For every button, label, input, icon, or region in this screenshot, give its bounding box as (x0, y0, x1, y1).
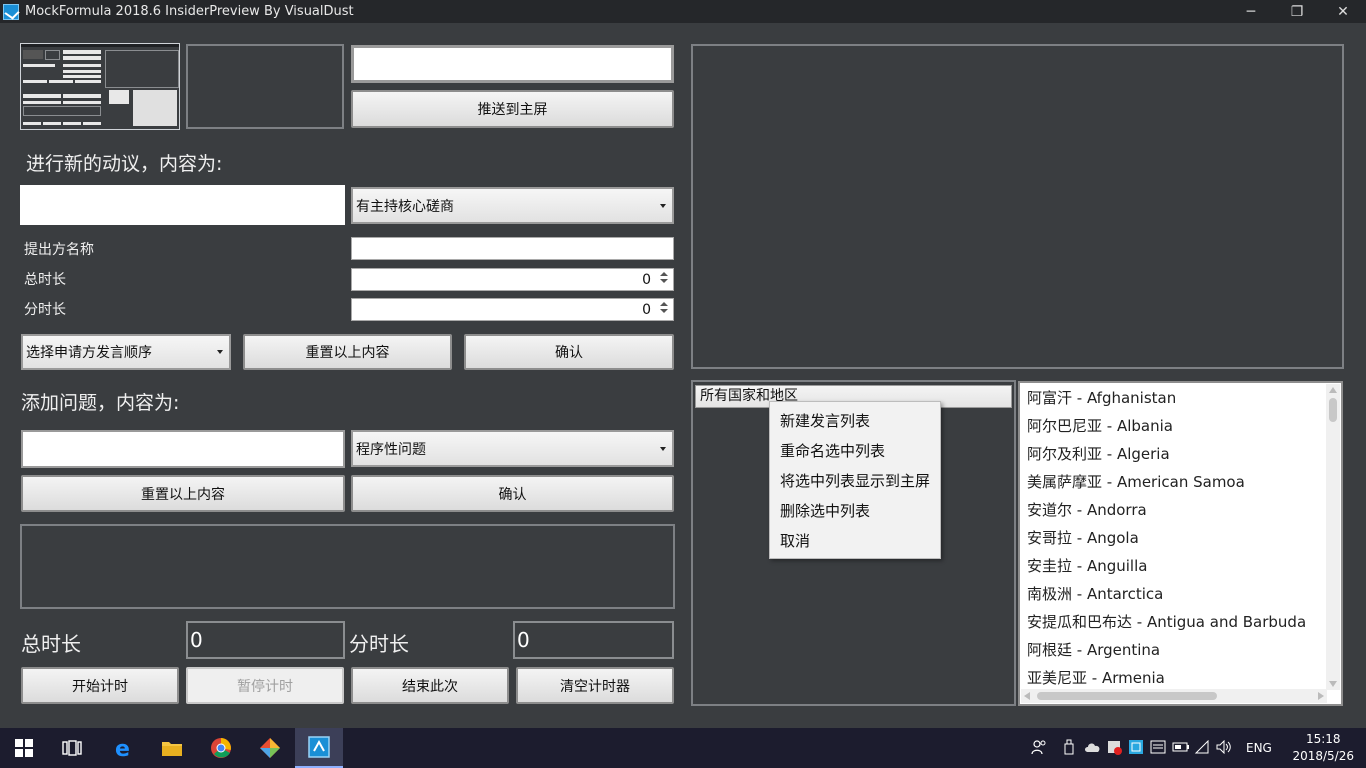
scroll-down-icon[interactable] (1329, 681, 1337, 687)
close-button[interactable]: ✕ (1320, 0, 1366, 23)
title-bar: MockFormula 2018.6 InsiderPreview By Vis… (0, 0, 1366, 23)
vertical-scrollbar[interactable] (1326, 384, 1340, 690)
input-language-indicator[interactable]: ENG (1246, 741, 1272, 755)
total-time-value: 0 (642, 271, 651, 288)
country-list-item[interactable]: 阿富汗 - Afghanistan (1020, 384, 1328, 412)
question-reset-button[interactable]: 重置以上内容 (21, 475, 345, 512)
timer-total-display: 0 (186, 621, 345, 659)
country-list[interactable]: 阿富汗 - Afghanistan 阿尔巴尼亚 - Albania 阿尔及利亚 - … (1018, 381, 1343, 706)
country-list-item[interactable]: 亚美尼亚 - Armenia (1020, 664, 1328, 692)
window-title: MockFormula 2018.6 InsiderPreview By Vis… (25, 4, 354, 19)
motion-heading: 进行新的动议，内容为: (26, 153, 223, 175)
security-shield-icon[interactable] (1106, 739, 1128, 758)
file-explorer-icon[interactable] (148, 728, 196, 768)
scroll-right-icon[interactable] (1318, 692, 1324, 700)
question-type-select[interactable]: 程序性问题 (351, 430, 674, 467)
horizontal-scrollbar[interactable] (1021, 689, 1327, 703)
country-list-item[interactable]: 安哥拉 - Angola (1020, 524, 1328, 552)
keyboard-icon[interactable] (1150, 739, 1172, 758)
pause-timer-button[interactable]: 暂停计时 (186, 667, 344, 704)
chevron-down-icon (660, 203, 666, 208)
speaking-order-select[interactable]: 选择申请方发言顺序 (21, 334, 231, 370)
each-time-label: 分时长 (24, 302, 66, 318)
spin-arrows-icon[interactable] (657, 270, 671, 286)
country-list-item[interactable]: 安道尔 - Andorra (1020, 496, 1328, 524)
speaking-order-selected: 选择申请方发言顺序 (26, 345, 152, 361)
battery-icon[interactable] (1172, 741, 1194, 756)
display-icon[interactable] (1128, 739, 1150, 758)
menu-item-rename-list[interactable]: 重命名选中列表 (770, 436, 940, 466)
people-icon[interactable] (1028, 739, 1050, 758)
motion-type-select[interactable]: 有主持核心磋商 (351, 187, 674, 224)
system-clock[interactable]: 15:18 2018/5/26 (1292, 731, 1354, 765)
start-timer-button[interactable]: 开始计时 (21, 667, 179, 704)
menu-item-delete-list[interactable]: 删除选中列表 (770, 496, 940, 526)
country-list-item[interactable]: 安提瓜和巴布达 - Antigua and Barbuda (1020, 608, 1328, 636)
motion-confirm-button[interactable]: 确认 (464, 334, 674, 370)
wifi-icon[interactable] (1194, 739, 1216, 757)
scroll-thumb[interactable] (1037, 692, 1217, 700)
question-type-selected: 程序性问题 (356, 441, 426, 458)
task-view-icon[interactable] (48, 728, 96, 768)
context-menu: 新建发言列表 重命名选中列表 将选中列表显示到主屏 删除选中列表 取消 (769, 401, 941, 559)
volume-icon[interactable] (1216, 739, 1238, 757)
svg-text:e: e (115, 737, 130, 759)
total-time-stepper[interactable]: 0 (351, 268, 674, 291)
timer-each-label: 分时长 (349, 632, 409, 656)
end-turn-button[interactable]: 结束此次 (351, 667, 509, 704)
total-time-label: 总时长 (24, 272, 66, 288)
screen-preview-thumbnail (20, 43, 180, 130)
edge-browser-icon[interactable]: e (99, 728, 147, 768)
proposer-label: 提出方名称 (24, 242, 94, 258)
spin-arrows-icon[interactable] (657, 300, 671, 316)
proposer-input[interactable] (351, 237, 674, 260)
country-list-item[interactable]: 南极洲 - Antarctica (1020, 580, 1328, 608)
country-list-item[interactable]: 安圭拉 - Anguilla (1020, 552, 1328, 580)
system-tray: ENG (1028, 728, 1272, 768)
motion-reset-button[interactable]: 重置以上内容 (243, 334, 452, 370)
chrome-browser-icon[interactable] (197, 728, 245, 768)
scroll-up-icon[interactable] (1329, 387, 1337, 393)
chevron-down-icon (660, 446, 666, 451)
usb-icon[interactable] (1062, 739, 1084, 758)
country-list-item[interactable]: 阿尔巴尼亚 - Albania (1020, 412, 1328, 440)
menu-item-new-list[interactable]: 新建发言列表 (770, 406, 940, 436)
scroll-left-icon[interactable] (1024, 692, 1030, 700)
clear-timer-button[interactable]: 清空计时器 (516, 667, 674, 704)
each-time-stepper[interactable]: 0 (351, 298, 674, 321)
cloud-icon[interactable] (1084, 741, 1106, 756)
menu-item-show-on-main[interactable]: 将选中列表显示到主屏 (770, 466, 940, 496)
minimize-button[interactable]: ─ (1228, 0, 1274, 23)
push-input[interactable] (351, 45, 674, 83)
motion-type-selected: 有主持核心磋商 (356, 198, 454, 215)
question-confirm-button[interactable]: 确认 (351, 475, 674, 512)
maximize-button[interactable]: ❐ (1274, 0, 1320, 23)
chevron-down-icon (217, 350, 223, 354)
country-list-item[interactable]: 美属萨摩亚 - American Samoa (1020, 468, 1328, 496)
question-content-input[interactable] (21, 430, 345, 468)
windows-start-icon[interactable] (0, 728, 48, 768)
push-to-main-screen-button[interactable]: 推送到主屏 (351, 90, 674, 128)
timer-each-display: 0 (513, 621, 674, 659)
question-display-panel (20, 524, 675, 609)
taskbar: e ENG 15:18 2018/5/26 (0, 728, 1366, 768)
country-list-item[interactable]: 阿尔及利亚 - Algeria (1020, 440, 1328, 468)
menu-item-cancel[interactable]: 取消 (770, 526, 940, 556)
app-logo-icon (3, 3, 19, 20)
main-display-panel (691, 44, 1344, 369)
clock-time: 15:18 (1305, 732, 1341, 746)
each-time-value: 0 (642, 301, 651, 318)
clock-date: 2018/5/26 (1292, 749, 1354, 763)
mockformula-app-icon[interactable] (295, 728, 343, 768)
git-app-icon[interactable] (246, 728, 294, 768)
scroll-thumb[interactable] (1329, 398, 1337, 422)
preview-panel (186, 44, 344, 129)
motion-content-input[interactable] (20, 185, 345, 225)
question-heading: 添加问题，内容为: (21, 392, 180, 414)
timer-total-label: 总时长 (21, 632, 81, 656)
country-list-item[interactable]: 阿根廷 - Argentina (1020, 636, 1328, 664)
